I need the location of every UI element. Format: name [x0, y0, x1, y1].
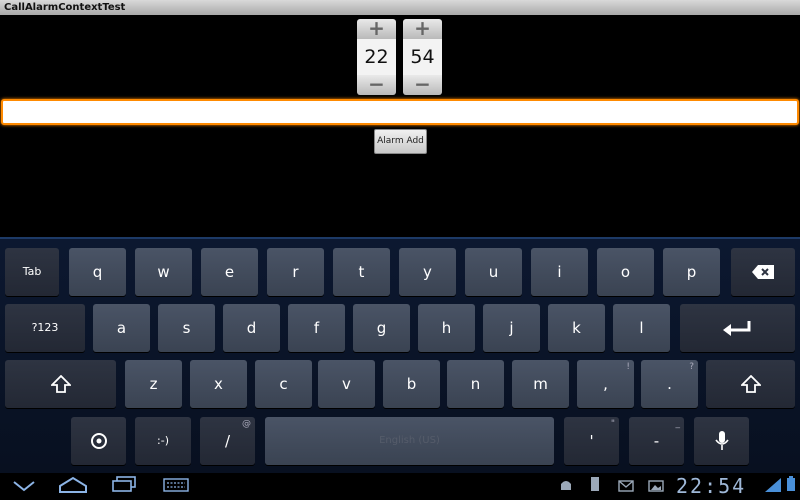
key-tab[interactable]: Tab: [5, 248, 59, 296]
key-symbols[interactable]: ?123: [5, 304, 85, 352]
key-period-label: .: [667, 375, 672, 393]
key-comma[interactable]: , !: [577, 360, 634, 408]
key-settings[interactable]: [71, 417, 126, 465]
house-icon: [59, 476, 87, 493]
key-m[interactable]: m: [512, 360, 569, 408]
key-c[interactable]: c: [255, 360, 312, 408]
key-slash-hint: @: [242, 419, 251, 429]
keyboard-icon: [163, 478, 189, 492]
key-f[interactable]: f: [288, 304, 345, 352]
key-dash[interactable]: - _: [629, 417, 684, 465]
settings-icon: [90, 433, 107, 449]
key-shift-left[interactable]: [5, 360, 116, 408]
key-backspace[interactable]: [731, 248, 795, 296]
shift-icon: [739, 374, 762, 393]
key-r[interactable]: r: [267, 248, 324, 296]
microphone-icon: [714, 431, 729, 450]
key-y[interactable]: y: [399, 248, 456, 296]
key-u[interactable]: u: [465, 248, 522, 296]
key-apostrophe-hint: ": [610, 419, 615, 429]
back-icon[interactable]: [12, 476, 36, 498]
key-slash[interactable]: / @: [200, 417, 255, 465]
minute-picker: + 54 −: [403, 18, 442, 95]
system-navigation-bar: 22:54: [0, 473, 800, 500]
key-x[interactable]: x: [190, 360, 247, 408]
key-v[interactable]: v: [318, 360, 375, 408]
key-period[interactable]: . ?: [641, 360, 698, 408]
key-space[interactable]: English (US): [265, 417, 554, 465]
shift-icon: [49, 374, 72, 393]
key-voice[interactable]: [694, 417, 749, 465]
key-enter[interactable]: [680, 304, 795, 352]
email-notification-icon: [618, 476, 634, 498]
key-s[interactable]: s: [158, 304, 215, 352]
key-t[interactable]: t: [333, 248, 390, 296]
key-slash-label: /: [224, 432, 231, 450]
usb-icon: [589, 476, 601, 498]
key-shift-right[interactable]: [706, 360, 795, 408]
minute-increment-button[interactable]: +: [403, 18, 442, 39]
key-p[interactable]: p: [663, 248, 720, 296]
key-apostrophe-label: ': [589, 432, 594, 450]
hour-decrement-button[interactable]: −: [357, 74, 396, 95]
backspace-icon: [752, 265, 774, 279]
alarm-text-input[interactable]: [1, 99, 799, 125]
alarm-add-button[interactable]: Alarm Add: [374, 129, 427, 154]
key-b[interactable]: b: [383, 360, 440, 408]
key-h[interactable]: h: [418, 304, 475, 352]
key-apostrophe[interactable]: ' ": [564, 417, 619, 465]
stacked-windows-icon: [112, 476, 136, 492]
android-debug-icon: [559, 476, 573, 498]
key-period-hint: ?: [689, 362, 694, 372]
key-e[interactable]: e: [201, 248, 258, 296]
key-j[interactable]: j: [483, 304, 540, 352]
key-n[interactable]: n: [447, 360, 504, 408]
key-dash-label: -: [653, 432, 660, 450]
key-l[interactable]: l: [613, 304, 670, 352]
enter-icon: [722, 321, 750, 336]
recent-apps-icon[interactable]: [111, 476, 137, 498]
key-g[interactable]: g: [353, 304, 410, 352]
wifi-icon: [765, 476, 781, 498]
key-w[interactable]: w: [135, 248, 192, 296]
chevron-down-icon: [13, 481, 35, 492]
minute-value[interactable]: 54: [403, 39, 442, 75]
hour-increment-button[interactable]: +: [357, 18, 396, 39]
status-clock: 22:54: [676, 474, 747, 498]
key-comma-hint: !: [626, 362, 630, 372]
battery-icon: [786, 476, 796, 498]
key-k[interactable]: k: [548, 304, 605, 352]
keyboard-switch-icon[interactable]: [163, 476, 189, 498]
minute-decrement-button[interactable]: −: [403, 74, 442, 95]
key-dash-hint: _: [675, 419, 681, 429]
window-title: CallAlarmContextTest: [0, 0, 800, 15]
key-q[interactable]: q: [69, 248, 126, 296]
hour-value[interactable]: 22: [357, 39, 396, 75]
home-icon[interactable]: [58, 476, 88, 498]
key-i[interactable]: i: [531, 248, 588, 296]
image-notification-icon: [648, 476, 664, 498]
key-o[interactable]: o: [597, 248, 654, 296]
key-d[interactable]: d: [223, 304, 280, 352]
key-z[interactable]: z: [125, 360, 182, 408]
soft-keyboard: Tab q w e r t y u i o p ?123 a s d f g h…: [0, 237, 800, 473]
key-smiley[interactable]: :-): [135, 417, 191, 465]
key-a[interactable]: a: [93, 304, 150, 352]
key-comma-label: ,: [603, 375, 608, 393]
hour-picker: + 22 −: [357, 18, 396, 95]
